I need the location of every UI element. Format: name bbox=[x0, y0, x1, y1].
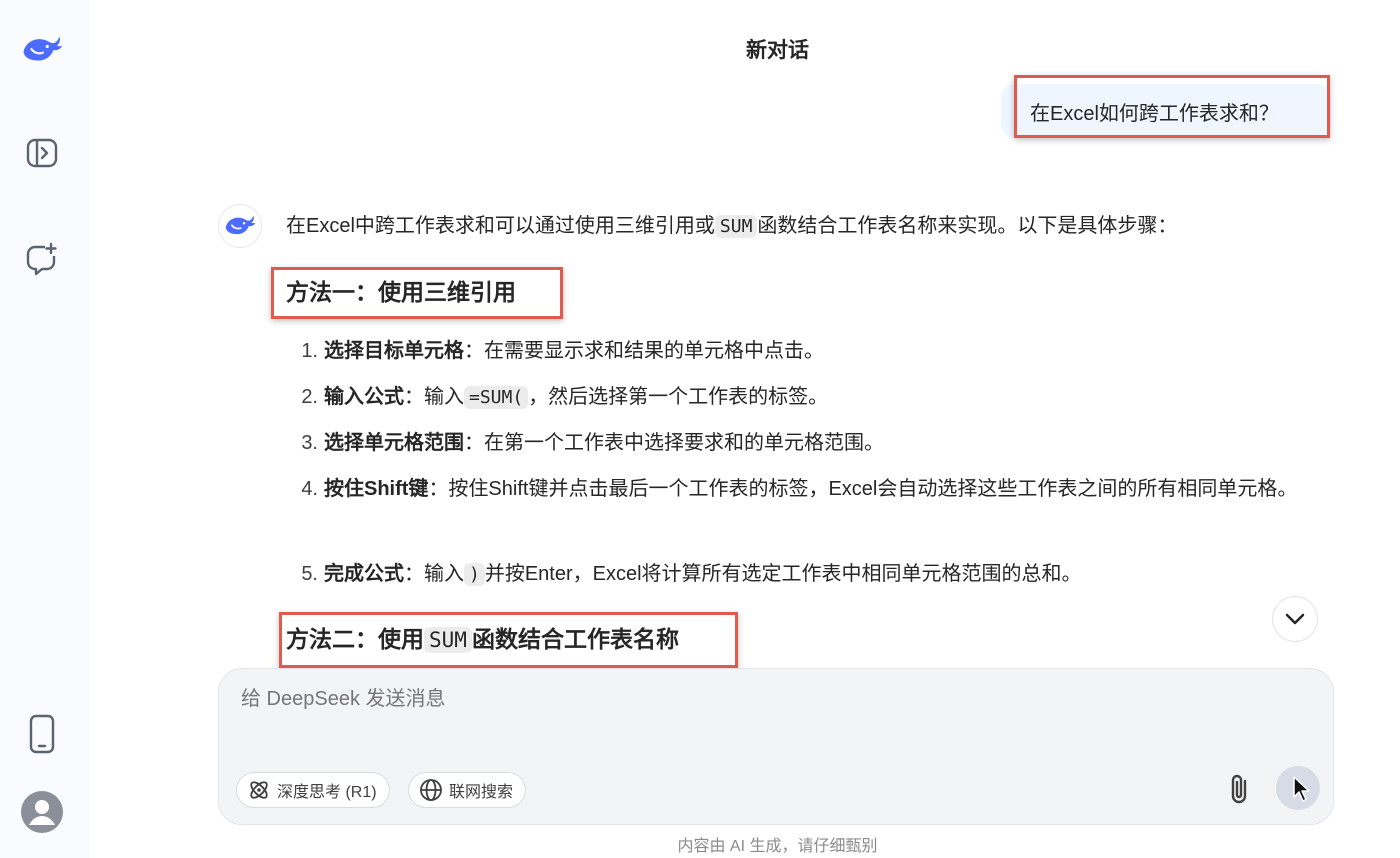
list-number: 4. bbox=[301, 478, 318, 500]
list-number: 1. bbox=[301, 340, 318, 362]
step-text: ：输入 bbox=[404, 386, 464, 408]
page-title: 新对话 bbox=[746, 39, 809, 62]
list-item: 5. 完成公式：输入) 并按Enter，Excel将计算所有选定工作表中相同单元格… bbox=[301, 555, 1360, 594]
list-item: 3. 选择单元格范围：在第一个工作表中选择要求和的单元格范围。 bbox=[301, 424, 1360, 462]
send-button[interactable] bbox=[1276, 766, 1320, 810]
ai-disclaimer: 内容由 AI 生成，请仔细甄别 bbox=[677, 838, 878, 855]
deepseek-logo-icon bbox=[225, 215, 256, 235]
chevron-down-icon bbox=[1285, 613, 1305, 625]
answer-intro: 在Excel中跨工作表求和可以通过使用三维引用或 SUM 函数结合工作表名称来实现。… bbox=[286, 210, 1177, 243]
paperclip-icon bbox=[1231, 774, 1247, 804]
user-avatar-icon[interactable] bbox=[20, 790, 64, 834]
list-number: 5. bbox=[301, 563, 318, 585]
new-chat-icon[interactable] bbox=[20, 237, 64, 281]
step-text: ：在第一个工作表中选择要求和的单元格范围。 bbox=[464, 432, 884, 454]
globe-icon bbox=[420, 779, 442, 801]
step-bold-label: 选择单元格范围 bbox=[324, 432, 464, 454]
web-search-button[interactable]: 联网搜索 bbox=[408, 772, 527, 808]
list-item: 4. 按住Shift键：按住Shift键并点击最后一个工作表的标签，Excel会… bbox=[301, 470, 1324, 508]
open-sidebar-icon[interactable] bbox=[20, 131, 64, 175]
deep-think-icon bbox=[250, 781, 268, 799]
inline-code: =SUM( bbox=[464, 386, 529, 409]
sidebar bbox=[0, 0, 89, 858]
mobile-app-icon[interactable] bbox=[20, 712, 64, 756]
list-number: 3. bbox=[301, 432, 318, 454]
step-text: ：按住Shift键并点击最后一个工作表的标签，Excel会自动选择这些工作表之间… bbox=[428, 478, 1298, 500]
list-number: 2. bbox=[301, 386, 318, 408]
inline-code: ) bbox=[464, 563, 485, 586]
assistant-avatar bbox=[218, 204, 262, 248]
step-text: 并按Enter，Excel将计算所有选定工作表中相同单元格范围的总和。 bbox=[484, 563, 1082, 585]
attach-button[interactable] bbox=[1222, 769, 1258, 809]
step-bold-label: 按住Shift键 bbox=[324, 478, 429, 500]
step-bold-label: 选择目标单元格 bbox=[324, 340, 464, 362]
cursor-icon bbox=[1293, 776, 1310, 802]
highlight-box-user-message bbox=[1014, 75, 1330, 138]
step-text: ：输入 bbox=[404, 563, 464, 585]
inline-code: SUM bbox=[714, 215, 758, 238]
web-search-label: 联网搜索 bbox=[449, 784, 514, 801]
intro-text-end: 函数结合工作表名称来实现。以下是具体步骤： bbox=[757, 215, 1178, 237]
step-text: ：在需要显示求和结果的单元格中点击。 bbox=[464, 340, 824, 362]
intro-text: 在Excel中跨工作表求和可以通过使用三维引用或 bbox=[286, 215, 715, 237]
list-item: 2. 输入公式：输入 =SUM(，然后选择第一个工作表的标签。 bbox=[301, 378, 1360, 417]
highlight-box-method2 bbox=[279, 612, 738, 668]
step-bold-label: 完成公式 bbox=[324, 563, 404, 585]
step-text: ，然后选择第一个工作表的标签。 bbox=[528, 386, 829, 408]
scroll-to-bottom-button[interactable] bbox=[1272, 596, 1318, 642]
step-bold-label: 输入公式 bbox=[324, 386, 404, 408]
highlight-box-method1 bbox=[271, 267, 563, 319]
message-input[interactable] bbox=[239, 687, 1203, 712]
message-composer: 深度思考 (R1) 联网搜索 bbox=[218, 668, 1334, 825]
deep-think-label: 深度思考 (R1) bbox=[277, 784, 377, 801]
deep-think-button[interactable]: 深度思考 (R1) bbox=[236, 772, 390, 808]
list-item: 1. 选择目标单元格：在需要显示求和结果的单元格中点击。 bbox=[301, 332, 1360, 370]
